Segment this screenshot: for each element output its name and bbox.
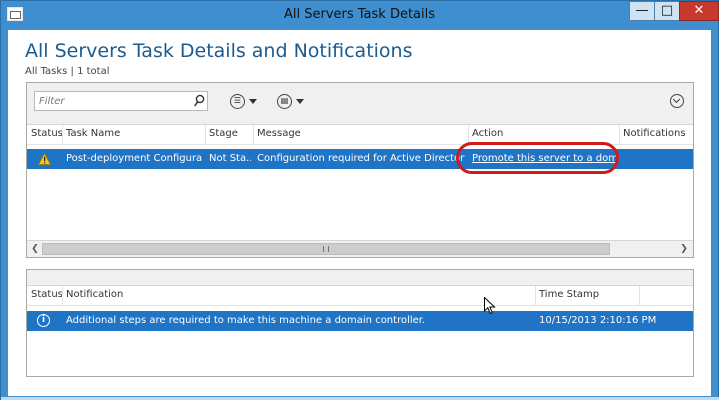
window-content: All Servers Task Details and Notificatio…	[8, 30, 711, 396]
column-divider[interactable]	[253, 125, 254, 145]
scrollbar-thumb[interactable]	[42, 243, 610, 255]
col-notif-status[interactable]: Status	[31, 289, 63, 300]
notifications-panel: Status Notification Time Stamp i Additio…	[26, 269, 694, 377]
notifications-toolbar	[27, 270, 693, 286]
col-message[interactable]: Message	[257, 128, 301, 139]
warning-icon	[38, 153, 51, 165]
scroll-right-icon[interactable]: ❯	[679, 244, 689, 254]
notification-cell: Additional steps are required to make th…	[66, 315, 426, 326]
scroll-left-icon[interactable]: ❮	[30, 244, 40, 254]
window-title: All Servers Task Details	[283, 7, 436, 22]
maximize-button[interactable]: □	[654, 1, 680, 21]
chevron-down-icon[interactable]	[670, 94, 684, 108]
stage-cell: Not Sta...	[209, 153, 251, 164]
task-details-window: All Servers Task Details — □ ✕ All Serve…	[0, 0, 719, 400]
col-action[interactable]: Action	[472, 128, 503, 139]
caret-down-icon	[249, 98, 257, 104]
tasks-toolbar: ☰ ▤	[27, 83, 693, 125]
page-title: All Servers Task Details and Notificatio…	[25, 40, 413, 62]
col-notifications[interactable]: Notifications	[623, 128, 686, 139]
horizontal-scrollbar[interactable]: ❮ ❯	[27, 240, 693, 257]
time-stamp-cell: 10/15/2013 2:10:16 PM	[539, 315, 657, 326]
col-status[interactable]: Status	[31, 128, 63, 139]
column-divider[interactable]	[62, 286, 63, 306]
table-row[interactable]: i Additional steps are required to make …	[27, 311, 693, 331]
column-divider[interactable]	[619, 125, 620, 145]
mouse-cursor-icon	[484, 297, 496, 315]
highlight-annotation	[456, 142, 619, 174]
column-divider[interactable]	[639, 286, 640, 306]
column-divider[interactable]	[205, 125, 206, 145]
search-icon[interactable]	[194, 94, 205, 107]
column-divider[interactable]	[535, 286, 536, 306]
col-notification[interactable]: Notification	[66, 289, 123, 300]
caret-down-icon	[296, 98, 304, 104]
message-cell: Configuration required for Active Direct…	[257, 153, 465, 164]
close-button[interactable]: ✕	[679, 1, 719, 21]
list-icon: ☰	[230, 93, 245, 109]
col-time-stamp[interactable]: Time Stamp	[539, 289, 599, 300]
col-stage[interactable]: Stage	[209, 128, 238, 139]
title-bar[interactable]: All Servers Task Details — □ ✕	[1, 1, 719, 29]
info-icon: i	[37, 314, 50, 327]
notifications-header-row: Status Notification Time Stamp	[27, 286, 693, 306]
column-divider[interactable]	[62, 125, 63, 145]
minimize-button[interactable]: —	[629, 1, 655, 21]
col-task-name[interactable]: Task Name	[66, 128, 120, 139]
list-view-button[interactable]: ☰	[230, 92, 257, 110]
task-count-label: All Tasks | 1 total	[25, 66, 110, 77]
filter-input[interactable]	[34, 91, 208, 111]
task-name-cell: Post-deployment Configuration	[66, 153, 202, 164]
grip-icon	[323, 246, 329, 252]
save-query-button[interactable]: ▤	[277, 92, 304, 110]
save-icon: ▤	[277, 93, 292, 109]
